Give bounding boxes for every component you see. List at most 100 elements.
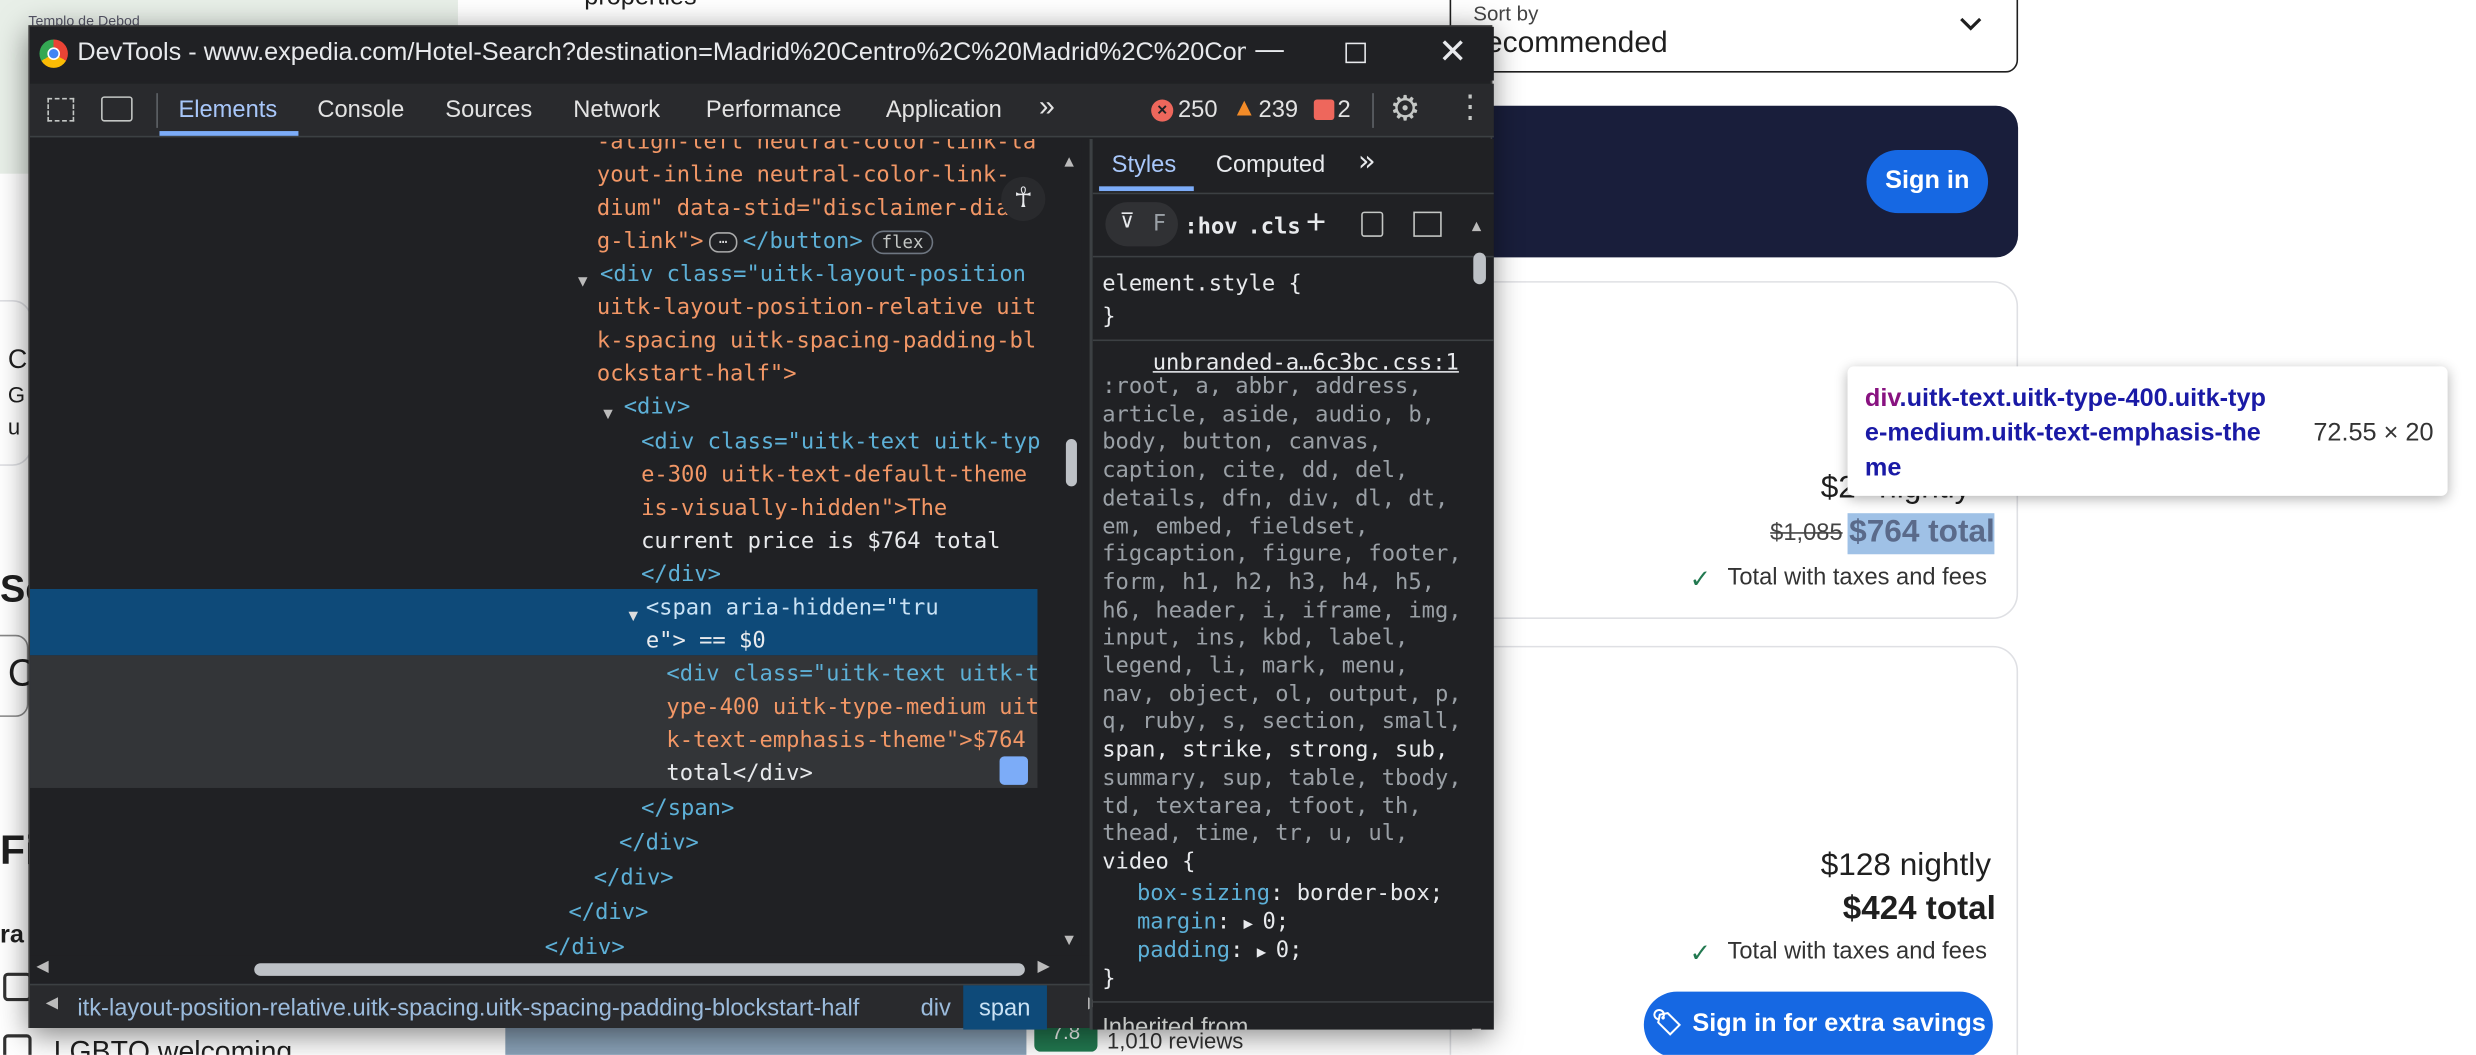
issues-count[interactable]: 2 [1337, 96, 1350, 123]
expand-arrow-icon[interactable]: ▶ [1243, 916, 1262, 933]
tab-styles[interactable]: Styles [1112, 152, 1177, 179]
code-line[interactable]: </div> [619, 827, 699, 860]
selector-line[interactable]: video { [1102, 849, 1195, 874]
code-line[interactable]: yout-inline neutral-color-link- [597, 159, 1010, 192]
device-toolbar-icon[interactable] [101, 96, 133, 122]
selector-line[interactable]: body, button, canvas, [1102, 430, 1382, 455]
code-line[interactable]: <div class="uitk-text uitk-t [666, 658, 1039, 691]
sidebar-toggle-icon[interactable] [1413, 211, 1442, 237]
selector-line[interactable]: h6, header, i, iframe, img, [1102, 598, 1461, 623]
breadcrumb-scroll-left[interactable]: ◀ [46, 995, 58, 1012]
breadcrumb-item-active[interactable]: span [963, 985, 1047, 1030]
code-line[interactable]: uitk-layout-position-relative uit [597, 292, 1036, 325]
elements-tree[interactable]: -align-left neutral-color-link-la yout-i… [30, 138, 1090, 956]
code-line[interactable]: </div> [594, 862, 674, 895]
close-button[interactable]: ✕ [1432, 32, 1473, 73]
code-line[interactable]: </div> [545, 932, 625, 956]
selector-line[interactable]: td, textarea, tfoot, th, [1102, 793, 1421, 818]
paint-brush-icon[interactable] [1361, 211, 1384, 237]
selector-line[interactable]: summary, sup, table, tbody, [1102, 766, 1461, 791]
code-line[interactable]: ype-400 uitk-type-medium uit [666, 692, 1039, 725]
selector-line[interactable]: form, h1, h2, h3, h4, h5, [1102, 570, 1435, 595]
selector-line[interactable]: thead, time, tr, u, ul, [1102, 821, 1408, 846]
selector-line[interactable]: em, embed, fieldset, [1102, 514, 1368, 539]
settings-gear-icon[interactable]: ⚙ [1390, 88, 1421, 129]
expand-arrow-icon[interactable]: ▼ [628, 600, 638, 633]
selector-line[interactable]: span, strike, strong, sub, [1102, 738, 1448, 763]
tab-sources[interactable]: Sources [445, 96, 532, 137]
stylesheet-link[interactable]: unbranded-a…6c3bc.css:1 [1153, 351, 1459, 376]
code-line[interactable]: <div> [624, 392, 691, 425]
more-tabs-icon[interactable]: » [1358, 145, 1375, 178]
tab-application[interactable]: Application [886, 96, 1002, 137]
accessibility-icon[interactable]: ☥ [1001, 176, 1046, 222]
code-line[interactable]: k-text-emphasis-theme">$764 [666, 725, 1025, 758]
code-line[interactable]: ockstart-half"> [597, 358, 797, 391]
title-bar[interactable]: DevTools - www.expedia.com/Hotel-Search?… [30, 26, 1494, 81]
ellipsis-badge[interactable]: … [709, 232, 738, 253]
declaration[interactable]: box-sizing: border-box; [1137, 881, 1443, 906]
scrollbar-thumb[interactable] [1065, 438, 1077, 487]
more-tabs-icon[interactable]: » [1039, 90, 1055, 131]
code-line[interactable]: e"> == $0 [646, 625, 766, 658]
tab-computed[interactable]: Computed [1216, 152, 1325, 179]
selector-line[interactable]: q, ruby, s, section, small, [1102, 710, 1461, 735]
code-line[interactable]: <div class="uitk-text uitk-typ [641, 426, 1040, 459]
checkbox[interactable] [3, 972, 32, 1002]
warning-count[interactable]: 239 [1259, 96, 1299, 123]
breadcrumb-item[interactable]: itk-layout-position-relative.uitk-spacin… [77, 995, 859, 1022]
warning-icon[interactable]: ▲ [1232, 95, 1257, 123]
inspect-element-icon[interactable] [47, 97, 75, 122]
declaration[interactable]: padding: ▶ 0; [1137, 938, 1302, 963]
cls-toggle[interactable]: .cls [1247, 215, 1300, 240]
code-line[interactable]: is-visually-hidden">The [641, 493, 947, 526]
selector-line[interactable]: legend, li, mark, menu, [1102, 654, 1408, 679]
breadcrumb-item[interactable]: div [921, 995, 951, 1022]
vertical-scrollbar[interactable]: ▲ ▼ [1059, 138, 1082, 956]
code-line[interactable]: </span> [641, 793, 734, 826]
styles-pane[interactable]: Styles Computed » ⊽ F :hov .cls + elemen… [1092, 138, 1494, 1030]
expand-arrow-icon[interactable]: ▶ [1257, 944, 1276, 961]
tab-performance[interactable]: Performance [706, 96, 842, 137]
selector-line[interactable]: :root, a, abbr, address, [1102, 374, 1421, 399]
code-line[interactable]: current price is $764 total [641, 526, 1000, 559]
tab-network[interactable]: Network [573, 96, 660, 137]
code-line[interactable]: -align-left neutral-color-link-la [597, 139, 1036, 160]
code-line[interactable]: </div> [641, 559, 721, 592]
tab-console[interactable]: Console [317, 96, 404, 137]
ai-assist-icon[interactable] [999, 756, 1028, 785]
error-icon[interactable]: × [1151, 99, 1174, 122]
sign-in-button[interactable]: Sign in [1866, 150, 1989, 214]
element-style-rule[interactable]: element.style { [1102, 272, 1302, 297]
code-line[interactable]: k-spacing uitk-spacing-padding-bl [597, 325, 1036, 358]
selector-line[interactable]: input, ins, kbd, label, [1102, 626, 1408, 651]
code-line[interactable]: <div class="uitk-layout-position [600, 259, 1026, 292]
horizontal-scrollbar[interactable]: ◀ ▶ [30, 955, 1090, 983]
expand-arrow-icon[interactable]: ▼ [578, 265, 588, 298]
maximize-button[interactable] [1345, 42, 1366, 64]
sort-dropdown[interactable]: Sort by ecommended [1449, 0, 2019, 73]
selector-line[interactable]: details, dfn, div, dl, dt, [1102, 486, 1448, 511]
selector-line[interactable]: caption, cite, dd, del, [1102, 458, 1408, 483]
expand-arrow-icon[interactable]: ▼ [603, 398, 613, 431]
scrollbar-thumb[interactable] [254, 963, 1025, 976]
code-line[interactable]: total</div> [666, 758, 812, 791]
hov-toggle[interactable]: :hov [1184, 215, 1237, 240]
styles-scrollbar[interactable]: ▲ ▼ [1469, 202, 1491, 1030]
flex-badge[interactable]: flex [872, 230, 933, 255]
scrollbar-thumb[interactable] [1473, 252, 1486, 285]
checkbox[interactable] [3, 1034, 32, 1055]
selector-line[interactable]: figcaption, figure, footer, [1102, 542, 1461, 567]
code-line[interactable]: </div> [568, 897, 648, 930]
issues-icon[interactable] [1313, 99, 1335, 121]
minimize-button[interactable]: — [1249, 33, 1290, 74]
code-line[interactable]: g-link">… </button> flex [597, 226, 933, 259]
selector-line[interactable]: nav, object, ol, output, p, [1102, 682, 1461, 707]
filter-input[interactable]: ⊽ F [1105, 202, 1179, 247]
add-rule-icon[interactable]: + [1306, 202, 1326, 243]
code-line[interactable]: e-300 uitk-text-default-theme [641, 460, 1027, 493]
code-line[interactable]: dium" data-stid="disclaimer-dia [597, 193, 1010, 226]
error-count[interactable]: 250 [1178, 96, 1218, 123]
code-line[interactable]: <span aria-hidden="tru [646, 592, 939, 625]
more-options-icon[interactable]: ⋮ [1454, 90, 1486, 125]
